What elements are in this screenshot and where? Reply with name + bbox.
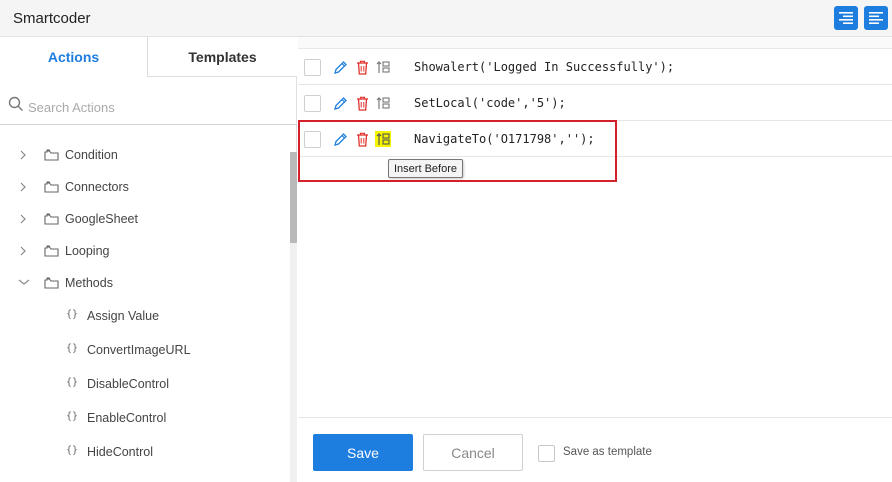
code-line: SetLocal('code','5');	[414, 96, 566, 110]
cancel-button[interactable]: Cancel	[423, 434, 523, 471]
chevron-right-icon[interactable]	[18, 149, 28, 161]
tree-folder-looping[interactable]: Looping	[0, 239, 290, 263]
app-title: Smartcoder	[13, 10, 91, 27]
align-left-button[interactable]	[864, 6, 888, 30]
tree-leaf-assign-value[interactable]: {} Assign Value	[0, 304, 290, 328]
code-row[interactable]: SetLocal('code','5');	[298, 86, 892, 121]
braces-icon: {}	[66, 343, 79, 354]
tree-leaf-convertimageurl[interactable]: {} ConvertImageURL	[0, 338, 290, 362]
insert-before-icon	[376, 61, 390, 73]
folder-icon	[44, 245, 59, 257]
save-as-template-label: Save as template	[563, 446, 652, 458]
editor-footer: Save Cancel Save as template	[298, 417, 892, 482]
tree-folder-label: GoogleSheet	[65, 212, 138, 226]
tree-folder-methods[interactable]: Methods	[0, 271, 290, 295]
tree-leaf-enablecontrol[interactable]: {} EnableControl	[0, 406, 290, 430]
title-bar: Smartcoder	[0, 0, 892, 37]
tree-leaf-label: Assign Value	[87, 309, 160, 323]
tree-folder-label: Methods	[65, 276, 113, 290]
tree-folder-label: Condition	[65, 148, 118, 162]
code-line: NavigateTo('O171798','');	[414, 132, 595, 146]
scrollbar-thumb[interactable]	[290, 152, 297, 243]
trash-icon	[356, 60, 368, 75]
align-right-button[interactable]	[834, 6, 858, 30]
folder-icon	[44, 213, 59, 225]
chevron-right-icon[interactable]	[18, 213, 28, 225]
chevron-right-icon[interactable]	[18, 245, 28, 257]
chevron-right-icon[interactable]	[18, 181, 28, 193]
braces-icon: {}	[66, 377, 79, 388]
code-header-strip	[298, 37, 892, 49]
tree-leaf-label: DisableControl	[87, 377, 169, 391]
align-left-icon	[869, 12, 883, 24]
edit-button[interactable]	[332, 95, 348, 111]
search-box	[0, 89, 297, 125]
save-as-template-checkbox[interactable]	[538, 445, 555, 462]
pencil-icon	[333, 60, 347, 74]
folder-icon	[44, 277, 59, 289]
insert-before-button[interactable]	[375, 59, 391, 75]
folder-icon	[44, 181, 59, 193]
pencil-icon	[333, 132, 347, 146]
row-checkbox[interactable]	[304, 131, 321, 148]
tree-leaf-disablecontrol[interactable]: {} DisableControl	[0, 372, 290, 396]
delete-button[interactable]	[354, 59, 370, 75]
tree-folder-label: Looping	[65, 244, 110, 258]
insert-before-tooltip: Insert Before	[388, 159, 463, 178]
edit-button[interactable]	[332, 59, 348, 75]
code-line: Showalert('Logged In Successfully');	[414, 60, 675, 74]
chevron-down-icon[interactable]	[18, 277, 30, 287]
align-right-icon	[839, 12, 853, 24]
search-icon	[8, 96, 23, 111]
pencil-icon	[333, 96, 347, 110]
edit-button[interactable]	[332, 131, 348, 147]
insert-before-button[interactable]	[375, 131, 391, 147]
tree-leaf-label: ConvertImageURL	[87, 343, 191, 357]
tab-actions[interactable]: Actions	[0, 37, 147, 77]
search-input[interactable]	[28, 97, 278, 117]
braces-icon: {}	[66, 445, 79, 456]
folder-icon	[44, 149, 59, 161]
code-row[interactable]: Showalert('Logged In Successfully');	[298, 50, 892, 85]
row-checkbox[interactable]	[304, 59, 321, 76]
delete-button[interactable]	[354, 131, 370, 147]
trash-icon	[356, 96, 368, 111]
save-button[interactable]: Save	[313, 434, 413, 471]
tree-folder-condition[interactable]: Condition	[0, 143, 290, 167]
trash-icon	[356, 132, 368, 147]
insert-before-button[interactable]	[375, 95, 391, 111]
delete-button[interactable]	[354, 95, 370, 111]
insert-before-icon	[376, 133, 390, 145]
tree-leaf-hidecontrol[interactable]: {} HideControl	[0, 440, 290, 464]
tree-scrollbar[interactable]	[290, 152, 297, 482]
braces-icon: {}	[66, 309, 79, 320]
code-panel: Showalert('Logged In Successfully'); Set…	[298, 37, 892, 482]
panel-tabs: Actions Templates	[0, 37, 297, 77]
row-checkbox[interactable]	[304, 95, 321, 112]
braces-icon: {}	[66, 411, 79, 422]
tab-templates[interactable]: Templates	[147, 37, 297, 77]
tree-folder-connectors[interactable]: Connectors	[0, 175, 290, 199]
code-row[interactable]: NavigateTo('O171798','');	[298, 122, 892, 157]
tree-leaf-label: EnableControl	[87, 411, 167, 425]
tree-folder-googlesheet[interactable]: GoogleSheet	[0, 207, 290, 231]
tree-leaf-label: HideControl	[87, 445, 154, 459]
insert-before-icon	[376, 97, 390, 109]
actions-panel: Actions Templates Condition Connectors G…	[0, 37, 297, 482]
tree-folder-label: Connectors	[65, 180, 129, 194]
